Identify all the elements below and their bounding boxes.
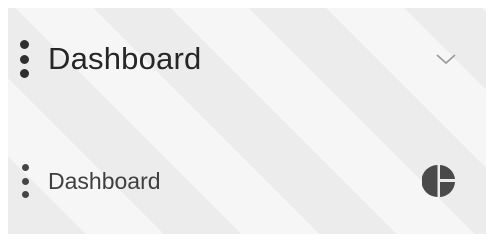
menu-item-label: Dashboard [48,167,161,194]
panel-title: Dashboard [48,41,202,76]
menu-item-dashboard[interactable]: Dashboard [8,153,486,209]
pie-chart-icon-svg [421,165,455,197]
pie-chart-icon [421,164,456,198]
chevron-down-icon-svg [436,54,456,65]
drag-handle-icon[interactable] [19,40,29,78]
handle-dot [21,164,29,171]
handle-dot [19,69,29,78]
chevron-down-icon[interactable] [434,47,458,71]
drag-handle-icon[interactable] [21,164,29,198]
handle-dot [19,40,29,49]
dashboard-panel: Dashboard Dashboard [8,8,486,234]
handle-dot [19,54,29,64]
panel-header[interactable]: Dashboard [8,28,486,90]
handle-dot [21,191,29,198]
handle-dot [21,177,29,185]
